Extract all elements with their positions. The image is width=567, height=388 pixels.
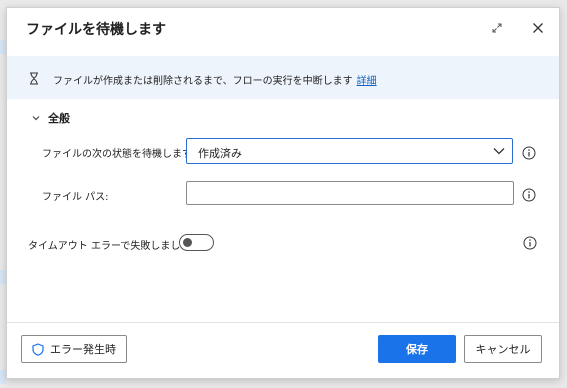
info-icon[interactable] <box>522 188 536 202</box>
expand-icon <box>492 23 502 33</box>
cancel-button[interactable]: キャンセル <box>464 335 542 363</box>
wait-for-file-dialog: ファイルを待機します ファイルが作成または削除されるまで、フローの実行を中断しま… <box>6 7 560 379</box>
info-icon[interactable] <box>523 236 537 250</box>
save-button[interactable]: 保存 <box>378 335 456 363</box>
on-error-button[interactable]: エラー発生時 <box>21 335 127 363</box>
hourglass-icon <box>30 72 38 85</box>
info-message: ファイルが作成または削除されるまで、フローの実行を中断します 詳細 <box>53 72 377 87</box>
section-general-toggle[interactable]: 全般 <box>31 110 70 126</box>
file-path-input[interactable] <box>186 181 514 205</box>
wait-state-value: 作成済み <box>198 147 242 160</box>
chevron-down-icon <box>493 148 505 155</box>
info-bar: ファイルが作成または削除されるまで、フローの実行を中断します 詳細 <box>7 56 559 99</box>
wait-state-select[interactable]: 作成済み <box>186 138 513 164</box>
info-icon[interactable] <box>522 146 536 160</box>
info-message-text: ファイルが作成または削除されるまで、フローの実行を中断します <box>53 76 353 87</box>
section-general-label: 全般 <box>48 112 70 125</box>
timeout-toggle[interactable] <box>179 234 214 251</box>
close-button[interactable] <box>530 20 546 36</box>
timeout-label: タイムアウト エラーで失敗しました: <box>28 241 194 252</box>
wait-state-label: ファイルの次の状態を待機します: <box>42 149 196 160</box>
on-error-label: エラー発生時 <box>50 343 116 356</box>
close-icon <box>533 23 543 33</box>
details-link[interactable]: 詳細 <box>357 76 377 87</box>
file-path-label: ファイル パス: <box>42 192 109 203</box>
toggle-knob <box>183 237 192 247</box>
chevron-down-icon <box>32 116 40 121</box>
expand-button[interactable] <box>489 20 505 36</box>
shield-icon <box>32 342 44 356</box>
dialog-title: ファイルを待機します <box>26 22 166 38</box>
footer-divider <box>7 322 559 323</box>
